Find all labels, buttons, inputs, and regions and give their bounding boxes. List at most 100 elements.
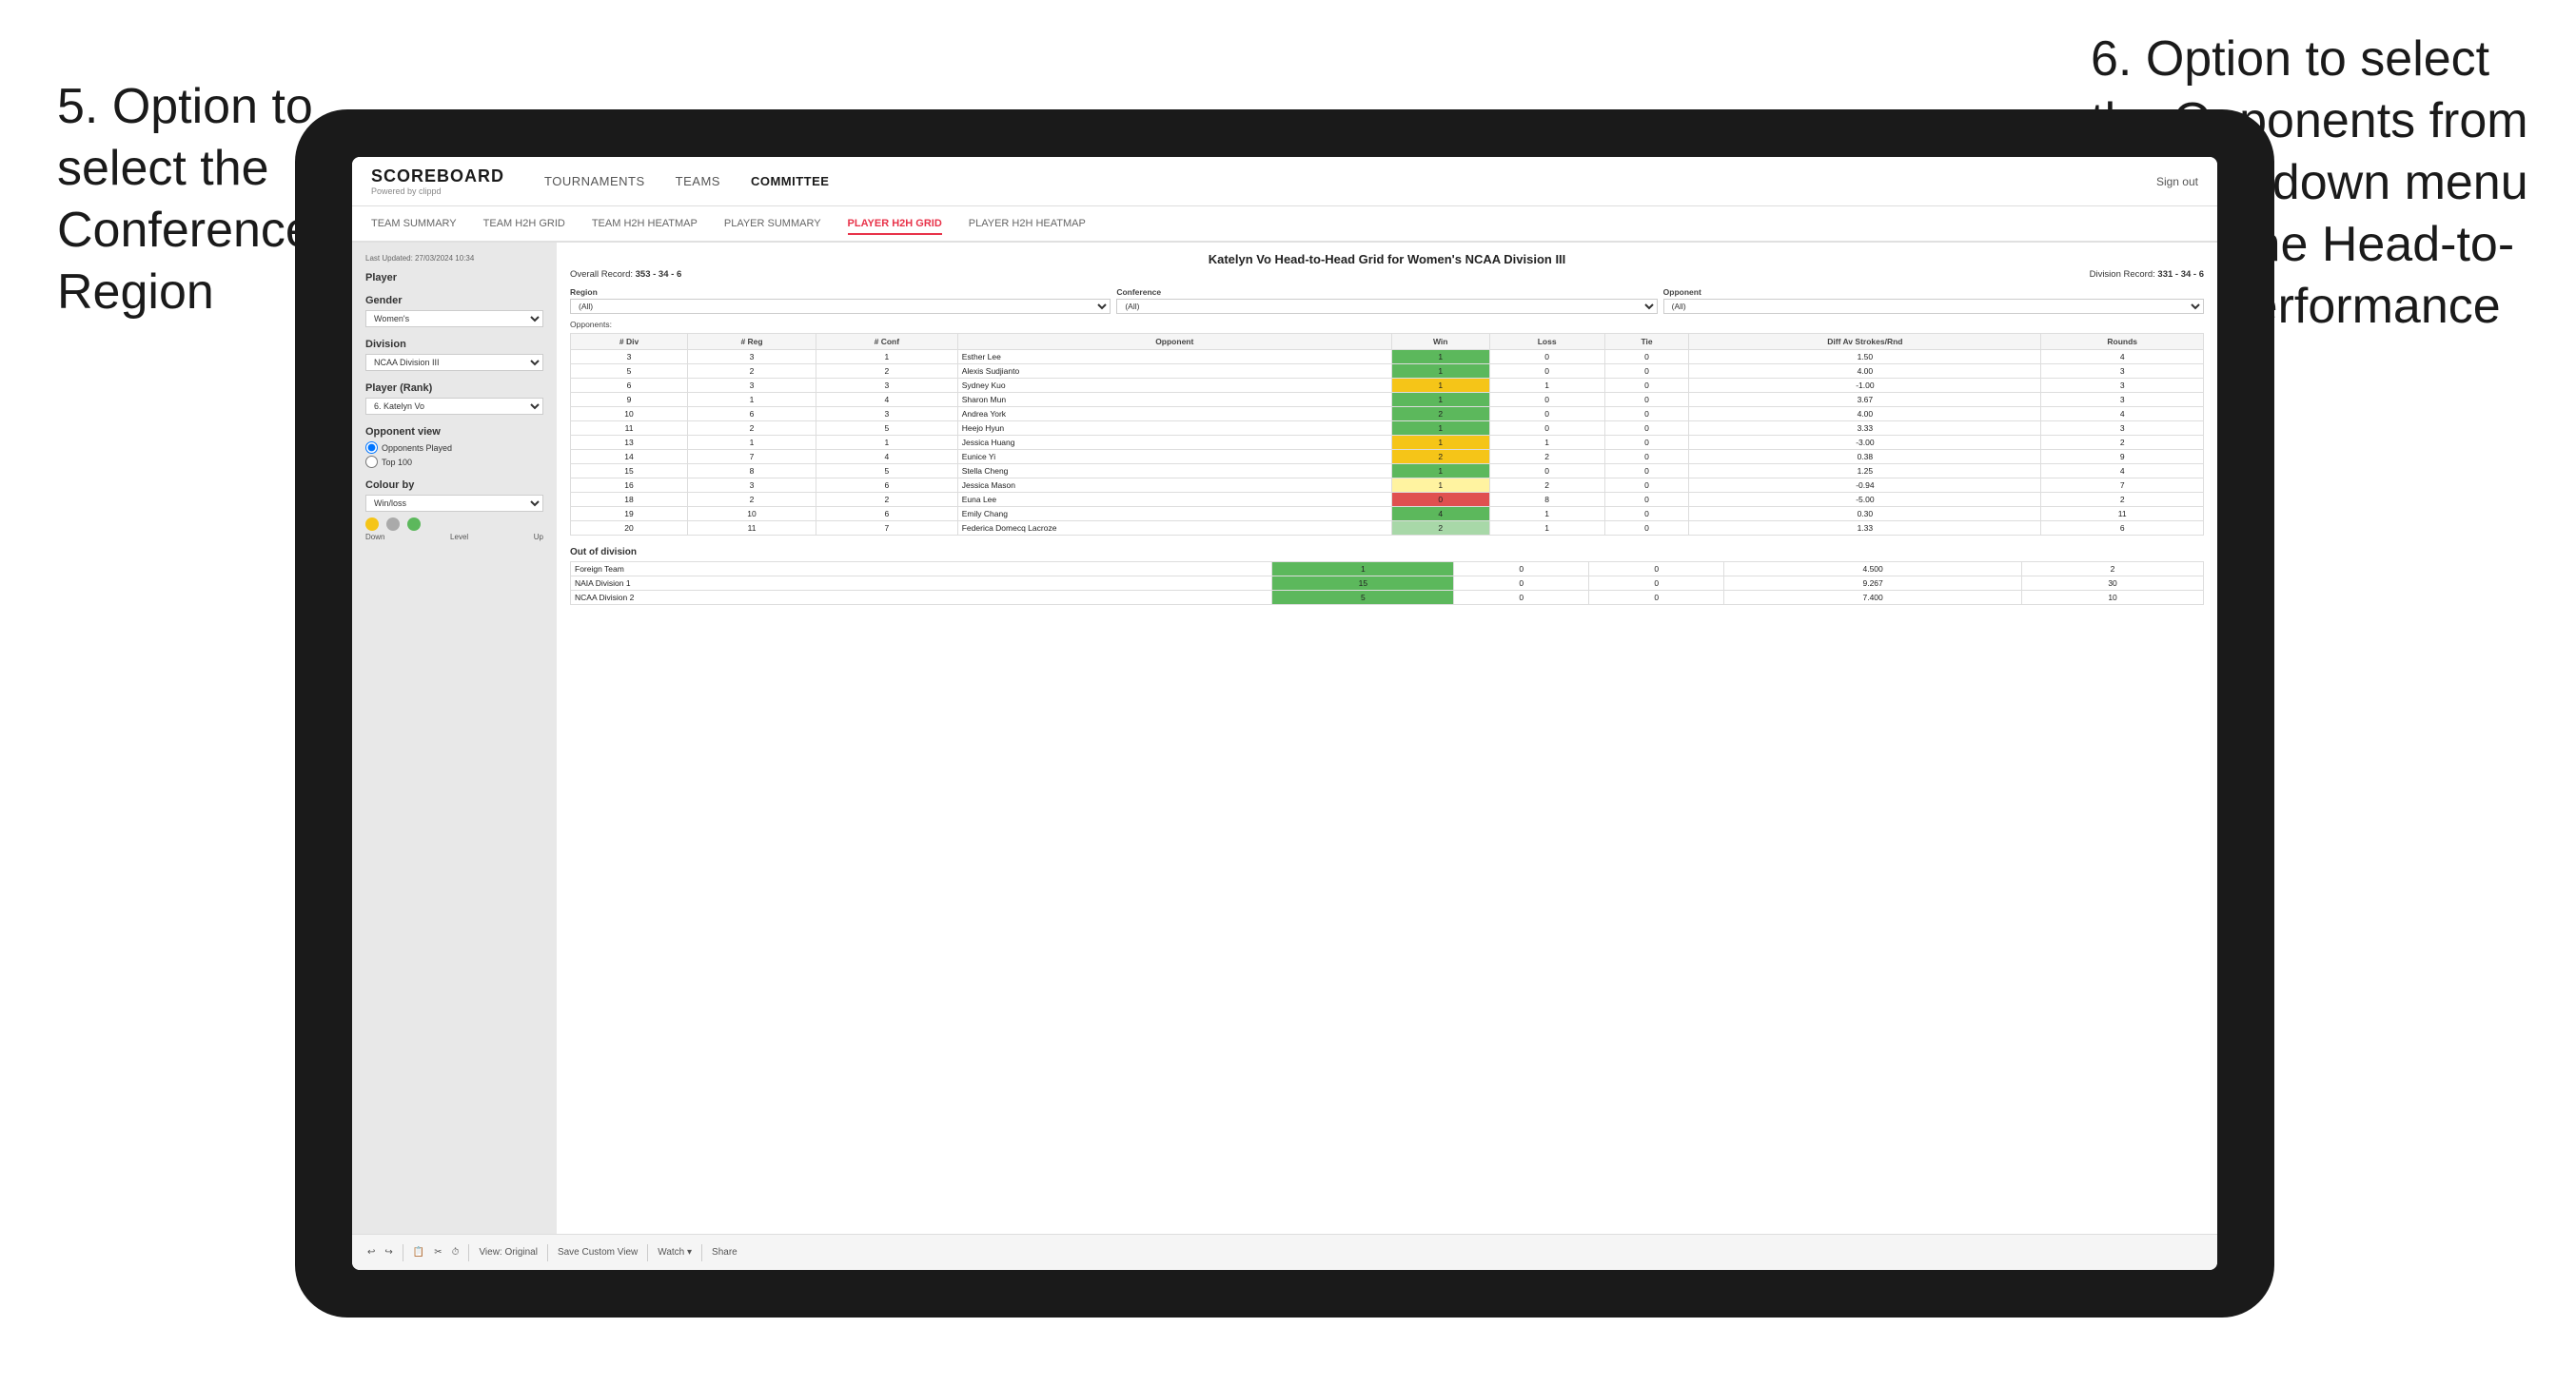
- cell-tie: 0: [1604, 350, 1689, 364]
- sidebar-player-section: Player: [365, 272, 543, 283]
- out-cell-tie: 0: [1589, 562, 1724, 576]
- col-div: # Div: [571, 334, 688, 350]
- logo-text: SCOREBOARD: [371, 166, 504, 186]
- cell-rounds: 7: [2041, 478, 2204, 493]
- nav-teams[interactable]: TEAMS: [676, 170, 720, 192]
- cell-conf: 3: [816, 379, 957, 393]
- subnav-team-h2h-grid[interactable]: TEAM H2H GRID: [483, 214, 565, 235]
- table-row: 6 3 3 Sydney Kuo 1 1 0 -1.00 3: [571, 379, 2204, 393]
- toolbar-cut[interactable]: ✂: [434, 1247, 442, 1258]
- subnav-team-h2h-heatmap[interactable]: TEAM H2H HEATMAP: [592, 214, 698, 235]
- cell-loss: 0: [1489, 364, 1604, 379]
- sidebar-division-select[interactable]: NCAA Division III: [365, 354, 543, 371]
- subnav-player-h2h-heatmap[interactable]: PLAYER H2H HEATMAP: [969, 214, 1086, 235]
- out-table-row: NCAA Division 2 5 0 0 7.400 10: [571, 591, 2204, 605]
- col-diff: Diff Av Strokes/Rnd: [1689, 334, 2041, 350]
- cell-win: 1: [1391, 393, 1489, 407]
- cell-reg: 2: [688, 364, 816, 379]
- nav-sign-out[interactable]: Sign out: [2156, 175, 2198, 188]
- cell-diff: -3.00: [1689, 436, 2041, 450]
- sidebar-player-rank-section: Player (Rank) 6. Katelyn Vo: [365, 382, 543, 415]
- cell-loss: 0: [1489, 464, 1604, 478]
- sidebar-colour-section: Colour by Win/loss Down Level Up: [365, 479, 543, 541]
- cell-reg: 1: [688, 436, 816, 450]
- table-row: 11 2 5 Heejo Hyun 1 0 0 3.33 3: [571, 421, 2204, 436]
- filter-opponent-group: Opponent (All): [1663, 287, 2204, 314]
- cell-div: 18: [571, 493, 688, 507]
- radio-top100[interactable]: Top 100: [365, 456, 543, 468]
- toolbar-save-custom[interactable]: Save Custom View: [558, 1247, 638, 1258]
- filter-region-select[interactable]: (All): [570, 299, 1111, 314]
- out-division-table: Foreign Team 1 0 0 4.500 2 NAIA Division…: [570, 561, 2204, 605]
- cell-div: 9: [571, 393, 688, 407]
- cell-opponent: Esther Lee: [957, 350, 1391, 364]
- out-cell-win: 15: [1272, 576, 1454, 591]
- sidebar-opponent-view-label: Opponent view: [365, 426, 543, 438]
- cell-div: 19: [571, 507, 688, 521]
- cell-rounds: 3: [2041, 379, 2204, 393]
- toolbar-copy[interactable]: 📋: [413, 1247, 424, 1258]
- cell-win: 1: [1391, 464, 1489, 478]
- cell-diff: 1.50: [1689, 350, 2041, 364]
- cell-div: 15: [571, 464, 688, 478]
- col-opponent: Opponent: [957, 334, 1391, 350]
- toolbar-share[interactable]: Share: [712, 1247, 737, 1258]
- toolbar-view-original[interactable]: View: Original: [479, 1247, 538, 1258]
- cell-loss: 0: [1489, 407, 1604, 421]
- cell-rounds: 3: [2041, 364, 2204, 379]
- subnav-team-summary[interactable]: TEAM SUMMARY: [371, 214, 457, 235]
- cell-div: 5: [571, 364, 688, 379]
- cell-tie: 0: [1604, 478, 1689, 493]
- filter-opponent-select[interactable]: (All): [1663, 299, 2204, 314]
- cell-conf: 2: [816, 493, 957, 507]
- cell-diff: 1.25: [1689, 464, 2041, 478]
- cell-tie: 0: [1604, 464, 1689, 478]
- filter-conference-select[interactable]: (All): [1116, 299, 1657, 314]
- cell-diff: 4.00: [1689, 407, 2041, 421]
- out-cell-rounds: 30: [2022, 576, 2204, 591]
- subnav-player-h2h-grid[interactable]: PLAYER H2H GRID: [848, 214, 942, 235]
- dot-level: [386, 517, 400, 531]
- cell-opponent: Euna Lee: [957, 493, 1391, 507]
- cell-conf: 6: [816, 507, 957, 521]
- sidebar-division-section: Division NCAA Division III: [365, 339, 543, 371]
- radio-opponents-played[interactable]: Opponents Played: [365, 441, 543, 454]
- sidebar-gender-select[interactable]: Women's: [365, 310, 543, 327]
- cell-conf: 4: [816, 393, 957, 407]
- table-row: 10 6 3 Andrea York 2 0 0 4.00 4: [571, 407, 2204, 421]
- sub-nav: TEAM SUMMARY TEAM H2H GRID TEAM H2H HEAT…: [352, 206, 2217, 243]
- sidebar-player-label: Player: [365, 272, 543, 283]
- nav-committee[interactable]: COMMITTEE: [751, 170, 830, 192]
- out-cell-opponent: NCAA Division 2: [571, 591, 1272, 605]
- cell-tie: 0: [1604, 493, 1689, 507]
- cell-win: 1: [1391, 379, 1489, 393]
- sidebar-player-rank-select[interactable]: 6. Katelyn Vo: [365, 398, 543, 415]
- colour-dots: [365, 517, 543, 531]
- cell-diff: 0.38: [1689, 450, 2041, 464]
- toolbar-timer[interactable]: ⏱: [452, 1247, 460, 1258]
- cell-opponent: Stella Cheng: [957, 464, 1391, 478]
- toolbar-sep5: [701, 1244, 702, 1261]
- cell-rounds: 6: [2041, 521, 2204, 536]
- col-rounds: Rounds: [2041, 334, 2204, 350]
- sidebar-gender-label: Gender: [365, 295, 543, 306]
- cell-win: 1: [1391, 421, 1489, 436]
- toolbar-undo[interactable]: ↩: [367, 1247, 375, 1258]
- top-nav: SCOREBOARD Powered by clippd TOURNAMENTS…: [352, 157, 2217, 206]
- cell-rounds: 4: [2041, 464, 2204, 478]
- cell-reg: 3: [688, 350, 816, 364]
- cell-win: 1: [1391, 478, 1489, 493]
- toolbar-watch[interactable]: Watch ▾: [658, 1247, 692, 1258]
- cell-conf: 7: [816, 521, 957, 536]
- nav-tournaments[interactable]: TOURNAMENTS: [544, 170, 645, 192]
- cell-tie: 0: [1604, 364, 1689, 379]
- colour-labels: Down Level Up: [365, 533, 543, 541]
- cell-reg: 2: [688, 421, 816, 436]
- cell-conf: 3: [816, 407, 957, 421]
- col-reg: # Reg: [688, 334, 816, 350]
- colour-label-down: Down: [365, 533, 384, 541]
- subnav-player-summary[interactable]: PLAYER SUMMARY: [724, 214, 821, 235]
- table-row: 3 3 1 Esther Lee 1 0 0 1.50 4: [571, 350, 2204, 364]
- sidebar-colour-select[interactable]: Win/loss: [365, 495, 543, 512]
- toolbar-redo[interactable]: ↪: [384, 1247, 392, 1258]
